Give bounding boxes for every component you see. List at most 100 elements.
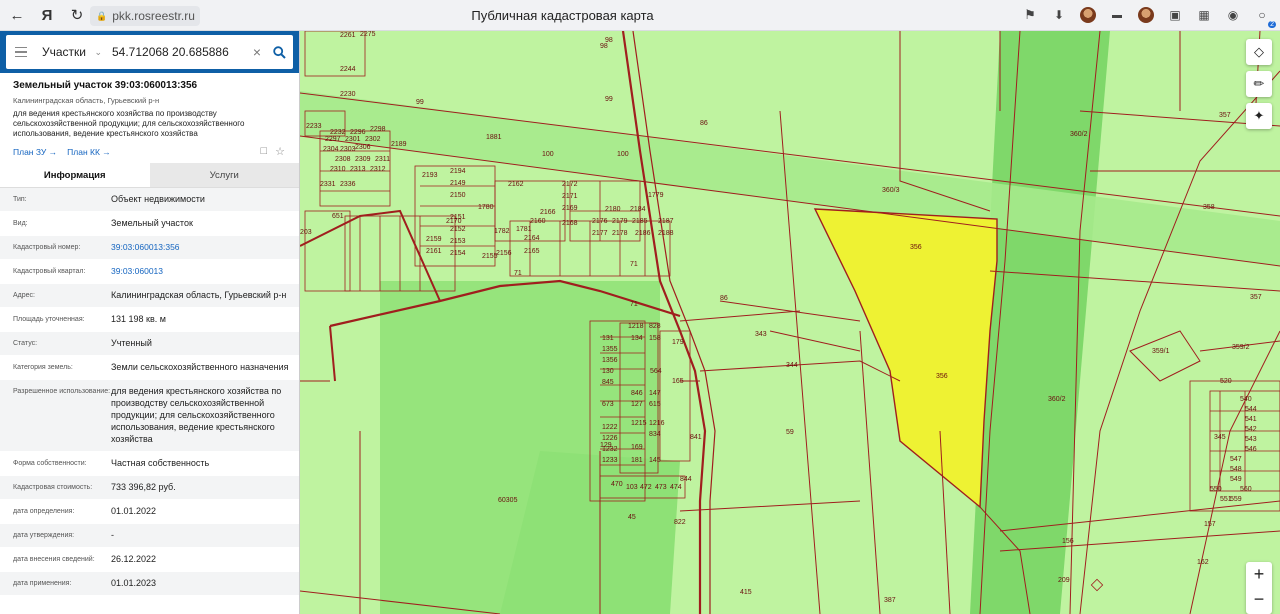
parcel-number-label: 165 — [672, 378, 684, 385]
highlighted-parcel — [813, 208, 998, 509]
extension-puzzle-icon[interactable]: ▦ — [1194, 5, 1214, 25]
parcel-number-label: 2176 — [592, 218, 608, 225]
extension-badge-count: 2 — [1268, 21, 1276, 28]
parcel-number-label: 2302 — [365, 136, 381, 143]
object-title: Земельный участок 39:03:060013:356 — [13, 80, 198, 91]
parcel-number-label: 2331 — [320, 181, 336, 188]
parcel-number-label: 100 — [617, 151, 629, 158]
parcel-number-label: 2184 — [630, 206, 646, 213]
info-row-value[interactable]: 39:03:060013 — [111, 265, 297, 277]
menu-icon[interactable] — [6, 35, 36, 69]
info-row-value: - — [111, 530, 114, 540]
info-row: Статус: Учтенный — [0, 332, 299, 356]
locate-icon[interactable]: ✦ — [1246, 103, 1272, 129]
zoom-in-button[interactable]: + — [1246, 562, 1272, 587]
info-row: Форма собственности: Частная собственност… — [0, 452, 299, 476]
extension-dot-icon[interactable]: ◉ — [1223, 5, 1243, 25]
parcel-number-label: 2172 — [562, 181, 578, 188]
ruler-icon[interactable]: ✏ — [1246, 71, 1272, 97]
search-icon[interactable] — [265, 35, 293, 69]
extension-badge-icon[interactable]: ○ 2 — [1252, 5, 1276, 28]
parcel-number-label: 2194 — [450, 168, 466, 175]
parcel-number-label: 2193 — [422, 172, 438, 179]
parcel-number-label: 834 — [649, 431, 661, 438]
parcel-number-label: 560 — [1240, 486, 1252, 493]
parcel-number-label: 147 — [649, 390, 661, 397]
parcel-number-label: 179 — [672, 339, 684, 346]
info-row-label: Форма собственности: — [13, 460, 87, 467]
parcel-number-label: 360/2 — [1070, 131, 1088, 138]
info-row-value: 733 396,82 руб. — [111, 482, 176, 492]
parcel-number-label: 145 — [649, 457, 661, 464]
clear-icon[interactable]: × — [249, 44, 265, 60]
parcel-number-label: 2230 — [340, 91, 356, 98]
parcel-number-label: 103 — [626, 484, 638, 491]
favorite-star-icon[interactable]: ☆ — [275, 145, 285, 158]
parcel-number-label: 564 — [650, 368, 662, 375]
parcel-number-label: 2261 — [340, 32, 356, 39]
parcel-number-label: 2178 — [612, 230, 628, 237]
info-row: дата определения: 01.01.2022 — [0, 500, 299, 524]
extension-hat-icon[interactable]: ▬ — [1107, 5, 1127, 25]
parcel-number-label: 1356 — [602, 357, 618, 364]
extension-bar: ⚑ ⬇ ▬ ▣ ▦ ◉ ○ 2 — [1020, 5, 1276, 28]
tab-bar: Информация Услуги — [0, 163, 299, 188]
info-row-label: Адрес: — [13, 292, 35, 299]
object-header: Земельный участок 39:03:060013:356 Калин… — [0, 73, 299, 158]
parcel-number-label: 541 — [1245, 416, 1257, 423]
parcel-number-label: 2303 — [340, 146, 356, 153]
parcel-number-label: 60305 — [498, 497, 518, 504]
chevron-down-icon: ⌄ — [94, 46, 102, 57]
zoom-out-button[interactable]: − — [1246, 587, 1272, 612]
parcel-number-label: 2180 — [605, 206, 621, 213]
info-row: Кадастровый номер: 39:03:060013:356 — [0, 236, 299, 260]
parcel-number-label: 2170 — [446, 218, 462, 225]
extension-avatar-icon-2[interactable] — [1136, 5, 1156, 25]
parcel-number-label: 673 — [602, 401, 614, 408]
extension-avatar-icon[interactable] — [1078, 5, 1098, 25]
info-row-value: Земельный участок — [111, 218, 193, 228]
plan-kk-link[interactable]: План КК → — [67, 147, 111, 157]
zoom-to-object-icon[interactable]: □ — [260, 145, 267, 158]
parcel-number-label: 1782 — [494, 228, 510, 235]
info-row-label: Вид: — [13, 220, 28, 227]
tab-services[interactable]: Услуги — [149, 163, 299, 187]
info-row-value[interactable]: 39:03:060013:356 — [111, 241, 297, 253]
parcel-number-label: 2171 — [562, 193, 578, 200]
parcel-number-label: 472 — [640, 484, 652, 491]
parcel-number-label: 845 — [602, 379, 614, 386]
info-row-value: Объект недвижимости — [111, 194, 205, 204]
parcel-number-label: 546 — [1245, 446, 1257, 453]
parcel-number-label: 2169 — [562, 205, 578, 212]
parcel-number-label: 2152 — [450, 226, 466, 233]
extension-screen-icon[interactable]: ▣ — [1165, 5, 1185, 25]
search-type-label: Участки — [42, 45, 86, 59]
parcel-number-label: 157 — [1204, 521, 1216, 528]
info-row-value: Земли сельскохозяйственного назначения — [111, 362, 289, 372]
info-row-label: Тип: — [13, 196, 27, 203]
bookmark-icon[interactable]: ⚑ — [1020, 5, 1040, 25]
parcel-number-label: 1781 — [516, 226, 532, 233]
zoom-control: + − — [1246, 562, 1272, 614]
parcel-number-label: 2275 — [360, 31, 376, 38]
parcel-number-label: 357 — [1219, 112, 1231, 119]
info-row-label: Площадь уточненная: — [13, 316, 85, 323]
parcel-number-label: 2153 — [450, 238, 466, 245]
info-row: Кадастровая стоимость: 733 396,82 руб. — [0, 476, 299, 500]
parcel-number-label: 2187 — [658, 218, 674, 225]
layers-icon[interactable]: ◇ — [1246, 39, 1272, 65]
search-type-select[interactable]: Участки ⌄ — [36, 45, 106, 59]
parcel-number-label: 158 — [649, 335, 661, 342]
parcel-number-label: 2155 — [482, 253, 498, 260]
info-row-label: дата утверждения: — [13, 532, 75, 539]
download-icon[interactable]: ⬇ — [1049, 5, 1069, 25]
info-row: Адрес: Калининградская область, Гурьевски… — [0, 284, 299, 308]
tab-information[interactable]: Информация — [0, 163, 150, 187]
parcel-number-label: 2185 — [632, 218, 648, 225]
cadastral-map[interactable]: 98 98 86 100 100 99 99 2230 2275 2261 2244 1881 356 3… — [300, 31, 1280, 614]
search-input[interactable] — [106, 45, 249, 59]
map-canvas[interactable]: 9898 86 100 100 99 99 2230 2275 2261 2244 1881 356 3… — [300, 31, 1280, 614]
parcel-number-label: 559 — [1230, 496, 1242, 503]
parcel-number-label: 2304 — [323, 146, 339, 153]
plan-zu-link[interactable]: План ЗУ → — [13, 147, 57, 157]
